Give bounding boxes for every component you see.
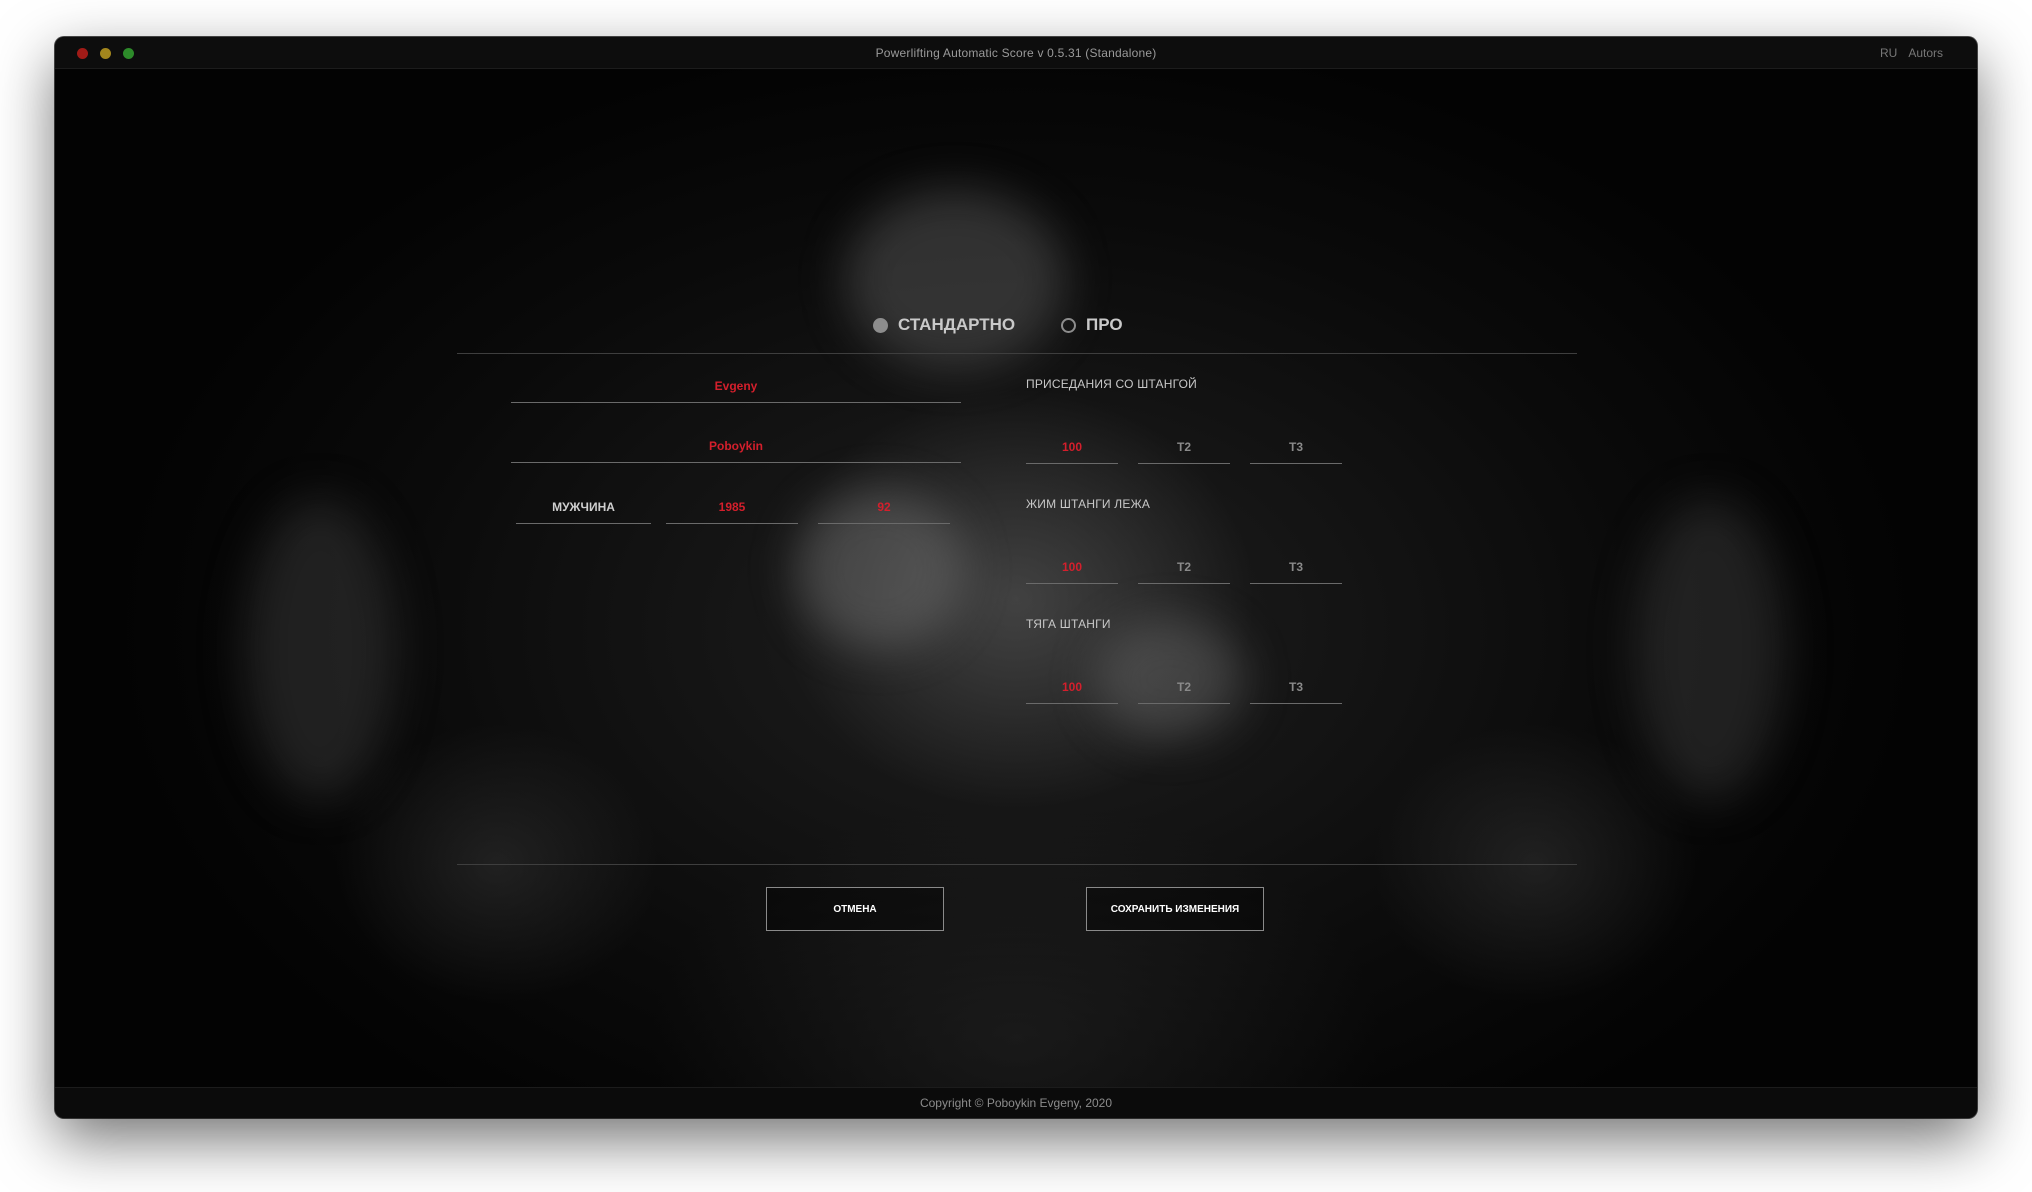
top-menu: RU Autors	[1880, 46, 1943, 60]
squat-attempt-3-input[interactable]: T3	[1250, 437, 1342, 464]
background-photo	[245, 499, 395, 799]
copyright-text: Copyright © Poboykin Evgeny, 2020	[919, 1096, 1113, 1110]
footer: Copyright © Poboykin Evgeny, 2020	[55, 1087, 1977, 1118]
deadlift-attempt-2-input[interactable]: T2	[1138, 677, 1230, 704]
radio-selected-icon	[873, 317, 888, 333]
window-title: Powerlifting Automatic Score v 0.5.31 (S…	[875, 46, 1157, 60]
authors-menu-item[interactable]: Autors	[1908, 46, 1943, 60]
mode-standard-radio[interactable]: СТАНДАРТНО	[873, 315, 1015, 335]
deadlift-attempt-1-input[interactable]: 100	[1026, 677, 1118, 704]
top-divider	[457, 353, 1577, 354]
deadlift-attempt-3-input[interactable]: T3	[1250, 677, 1342, 704]
bench-attempt-1-input[interactable]: 100	[1026, 557, 1118, 584]
squat-label: ПРИСЕДАНИЯ СО ШТАНГОЙ	[1026, 377, 1197, 391]
cancel-button[interactable]: ОТМЕНА	[766, 887, 944, 931]
title-bar: Powerlifting Automatic Score v 0.5.31 (S…	[55, 37, 1977, 69]
last-name-input[interactable]: Poboykin	[511, 436, 961, 463]
main-content: СТАНДАРТНО ПРО Evgeny Poboykin МУЖЧИНА 1…	[55, 69, 1977, 1088]
background-photo	[845, 189, 1065, 369]
language-menu-item[interactable]: RU	[1880, 46, 1897, 60]
mode-standard-label: СТАНДАРТНО	[898, 315, 1016, 334]
bench-attempt-2-input[interactable]: T2	[1138, 557, 1230, 584]
mode-pro-radio[interactable]: ПРО	[1061, 315, 1123, 335]
save-changes-button[interactable]: СОХРАНИТЬ ИЗМЕНЕНИЯ	[1086, 887, 1264, 931]
radio-unselected-icon	[1061, 317, 1076, 333]
deadlift-label: ТЯГА ШТАНГИ	[1026, 617, 1111, 631]
first-name-input[interactable]: Evgeny	[511, 376, 961, 403]
mode-pro-label: ПРО	[1086, 315, 1123, 334]
squat-attempt-2-input[interactable]: T2	[1138, 437, 1230, 464]
squat-attempt-1-input[interactable]: 100	[1026, 437, 1118, 464]
bottom-divider	[457, 864, 1577, 865]
bench-attempt-3-input[interactable]: T3	[1250, 557, 1342, 584]
body-weight-input[interactable]: 92	[818, 497, 950, 524]
birth-year-input[interactable]: 1985	[666, 497, 798, 524]
background-photo	[1635, 499, 1785, 799]
bench-press-label: ЖИМ ШТАНГИ ЛЕЖА	[1026, 497, 1151, 511]
app-window: Powerlifting Automatic Score v 0.5.31 (S…	[55, 37, 1977, 1118]
gender-select[interactable]: МУЖЧИНА	[516, 497, 651, 524]
